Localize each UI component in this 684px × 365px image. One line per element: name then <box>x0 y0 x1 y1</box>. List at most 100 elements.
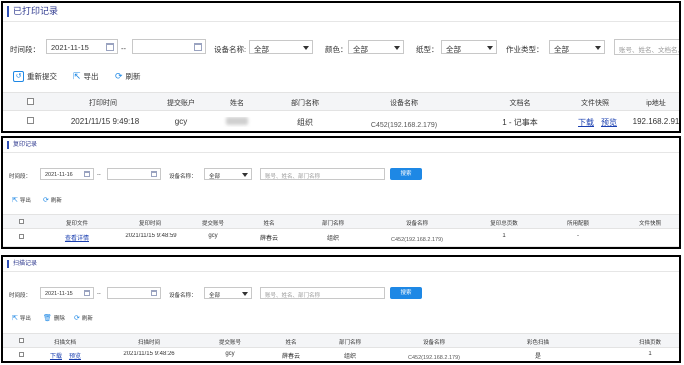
column-header: 提交账号 <box>218 340 241 346</box>
search-button[interactable]: 搜索 <box>390 287 422 299</box>
column-header: 文件快照 <box>638 221 661 227</box>
calendar-icon <box>84 171 90 177</box>
table-header: 扫描文档 扫描时间 提交账号 姓名 部门名称 设备名称 彩色扫描 扫描页数 <box>3 333 679 348</box>
account: gcy <box>174 117 188 126</box>
divider <box>3 271 679 272</box>
user-name <box>215 117 259 127</box>
table-header: 打印时间 提交账户 姓名 部门名称 设备名称 文档名 文件快照 ip地址 <box>3 92 679 111</box>
department: 组织 <box>297 118 313 127</box>
chevron-down-icon <box>242 292 248 296</box>
refresh-button[interactable]: ⟳ 刷新 <box>115 71 141 82</box>
column-header: 提交账号 <box>201 221 224 227</box>
job-type-select[interactable]: 全部 <box>549 40 605 54</box>
row-checkbox[interactable] <box>27 117 34 124</box>
color-label: 颜色： <box>325 45 348 54</box>
print-records-panel: 已打印记录 时间段： 2021-11-15 -- 设备名称: 全部 颜色： 全部… <box>1 1 681 133</box>
range-separator: -- <box>97 172 101 178</box>
column-header: 复印时间 <box>138 221 161 227</box>
device-select[interactable]: 全部 <box>249 40 313 54</box>
date-to-input[interactable] <box>132 39 206 54</box>
department: 组织 <box>343 354 356 360</box>
column-header: 扫描文档 <box>53 340 76 346</box>
search-input[interactable]: 账号、姓名、部门名称 <box>260 168 385 180</box>
divider <box>3 152 679 153</box>
account: gcy <box>225 351 235 357</box>
scan-pages: 1 <box>648 351 652 357</box>
time-range-label: 时间段： <box>10 45 40 54</box>
device-name: C452(192.168.2.179) <box>370 122 438 129</box>
column-header: 扫描时间 <box>137 340 160 346</box>
export-button[interactable]: ⇱ 导出 <box>12 314 31 322</box>
export-icon: ⇱ <box>12 197 18 204</box>
panel-title: 复印记录 <box>7 141 37 149</box>
divider <box>3 21 679 22</box>
column-header: 提交账户 <box>167 100 195 107</box>
refresh-button[interactable]: ⟳ 刷新 <box>43 196 62 204</box>
column-header: 姓名 <box>285 340 297 346</box>
print-time: 2021/11/15 9:49:18 <box>70 117 140 126</box>
table-row: 下载 预览 2021/11/15 9:48:26 gcy 薛春云 组织 C452… <box>3 347 679 361</box>
column-header: 所用配额 <box>566 221 589 227</box>
date-from-input[interactable]: 2021-11-16 <box>40 168 94 180</box>
row-checkbox[interactable] <box>19 234 24 239</box>
calendar-icon <box>151 171 157 177</box>
date-from-input[interactable]: 2021-11-15 <box>46 39 118 54</box>
column-header: 设备名称 <box>390 100 418 107</box>
refresh-button[interactable]: ⟳ 刷新 <box>74 314 93 322</box>
trash-icon: 🗑 <box>43 315 52 322</box>
chevron-down-icon <box>487 46 493 50</box>
device-name-label: 设备名称： <box>169 293 197 299</box>
device-name-label: 设备名称： <box>169 174 197 180</box>
panel-title: 已打印记录 <box>7 6 58 17</box>
paper-type-select[interactable]: 全部 <box>441 40 497 54</box>
scan-preview-link[interactable]: 预览 <box>65 351 85 360</box>
user-name: 薛春云 <box>281 354 300 360</box>
search-input[interactable]: 账号、姓名、部门名称 <box>260 287 385 299</box>
date-to-input[interactable] <box>107 287 161 299</box>
export-button[interactable]: ⇱ 导出 <box>73 71 99 82</box>
total-pages: 1 <box>502 233 506 239</box>
select-all-checkbox[interactable] <box>27 98 34 105</box>
export-button[interactable]: ⇱ 导出 <box>12 196 31 204</box>
device-name-label: 设备名称: <box>214 45 247 54</box>
column-header: 彩色扫描 <box>526 340 549 346</box>
quota-used: - <box>577 233 579 239</box>
copy-time: 2021/11/15 9:48:59 <box>125 233 177 239</box>
resubmit-button[interactable]: ↺ 重新提交 <box>13 71 57 82</box>
device-select[interactable]: 全部 <box>204 287 252 299</box>
export-icon: ⇱ <box>73 71 81 81</box>
panel-title: 扫描记录 <box>7 260 37 268</box>
select-all-checkbox[interactable] <box>19 338 24 343</box>
chevron-down-icon <box>394 46 400 50</box>
delete-button[interactable]: 🗑 删除 <box>43 314 65 322</box>
device-select[interactable]: 全部 <box>204 168 252 180</box>
department: 组织 <box>326 236 339 242</box>
column-header: 复印文件 <box>65 221 88 227</box>
scan-download-link[interactable]: 下载 <box>47 351 65 360</box>
column-header: 姓名 <box>263 221 275 227</box>
resubmit-icon: ↺ <box>13 71 24 82</box>
search-input[interactable]: 账号、姓名、文档名, <box>614 39 679 55</box>
refresh-icon: ⟳ <box>43 197 49 204</box>
column-header: 部门名称 <box>291 100 319 107</box>
job-type-label: 作业类型： <box>506 45 544 54</box>
snapshot-download-link[interactable]: 下载 <box>575 117 597 128</box>
select-all-checkbox[interactable] <box>19 219 24 224</box>
row-checkbox[interactable] <box>19 352 24 357</box>
user-name: 薛春云 <box>259 236 278 242</box>
column-header: 部门名称 <box>338 340 361 346</box>
view-details-link[interactable]: 查看详情 <box>55 233 99 242</box>
date-from-input[interactable]: 2021-11-15 <box>40 287 94 299</box>
snapshot-preview-link[interactable]: 预览 <box>597 117 621 128</box>
search-button[interactable]: 搜索 <box>390 168 422 180</box>
color-select[interactable]: 全部 <box>348 40 404 54</box>
table-row: 查看详情 2021/11/15 9:48:59 gcy 薛春云 组织 C452(… <box>3 228 679 247</box>
chevron-down-icon <box>303 46 309 50</box>
ip-address: 192.168.2.91 <box>632 117 680 126</box>
document-name: 1 - 记事本 <box>502 118 538 127</box>
column-header: ip地址 <box>646 100 666 107</box>
range-separator: -- <box>121 44 126 53</box>
scan-records-panel: 扫描记录 时间段： 2021-11-15 -- 设备名称： 全部 账号、姓名、部… <box>1 255 681 363</box>
date-to-input[interactable] <box>107 168 161 180</box>
scan-time: 2021/11/15 9:48:26 <box>123 351 175 357</box>
